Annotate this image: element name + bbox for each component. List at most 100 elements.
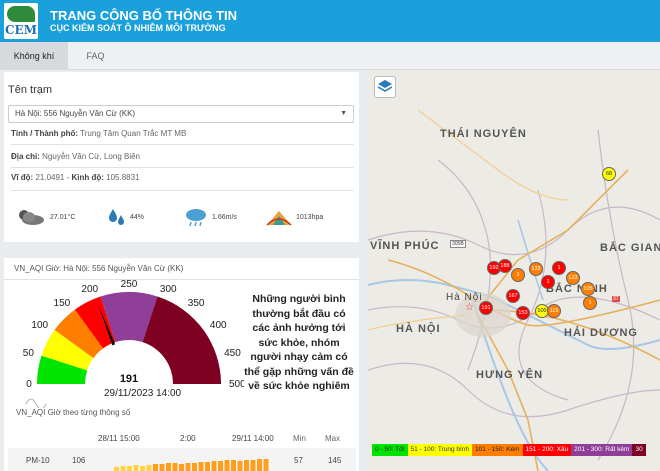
history-bar — [185, 463, 191, 471]
aqi-panel: VN_AQI Giờ: Hà Nội: 556 Nguyễn Văn Cừ (K… — [4, 258, 359, 471]
gauge-tick-label: 450 — [224, 348, 241, 359]
lon-value: 105.8831 — [106, 173, 140, 182]
history-bar — [244, 460, 249, 471]
tab-faq[interactable]: FAQ — [68, 42, 123, 70]
cloud-sun-icon — [19, 210, 44, 225]
aqi-marker[interactable]: 105 — [581, 282, 595, 296]
history-bar — [224, 460, 230, 471]
param-min: 57 — [294, 456, 303, 465]
history-row[interactable] — [8, 448, 356, 471]
gauge-tick-label: 100 — [31, 320, 48, 331]
aqi-marker[interactable]: 123 — [566, 271, 580, 285]
gauge-value: 191 — [120, 373, 138, 385]
region-label-thai-nguyen: THÁI NGUYÊN — [440, 128, 527, 140]
region-label-hung-yen: HƯNG YÊN — [476, 369, 544, 381]
gauge-tick-label: 200 — [81, 284, 98, 295]
history-bar — [237, 461, 243, 471]
history-bar — [250, 460, 256, 471]
aqi-marker[interactable]: 167 — [506, 289, 520, 303]
history-bar — [263, 459, 269, 471]
temperature-value: 27.01°C — [50, 213, 76, 221]
history-bar — [120, 466, 126, 471]
app-header: CEM TRANG CÔNG BỐ THÔNG TIN CỤC KIỂM SOÁ… — [0, 0, 660, 42]
sparkline-icon — [25, 398, 47, 410]
history-time-start: 28/11 15:00 — [98, 434, 140, 443]
station-label: Tên trạm — [8, 84, 53, 96]
history-bar — [159, 464, 165, 471]
aqi-marker[interactable]: 153 — [516, 306, 530, 320]
history-bar — [192, 463, 197, 471]
legend-poor: 101 - 150: Kém — [472, 444, 523, 456]
param-max: 145 — [328, 456, 342, 465]
gauge-tick-label: 150 — [54, 298, 71, 309]
aqi-marker[interactable]: 1 — [511, 268, 525, 282]
temperature-widget: 27.01°C — [14, 206, 75, 228]
history-bar — [198, 462, 204, 471]
site-subtitle: CỤC KIỂM SOÁT Ô NHIỄM MÔI TRƯỜNG — [50, 23, 226, 33]
history-bar — [146, 465, 152, 471]
station-select-value: Hà Nội: 556 Nguyễn Văn Cừ (KK) — [15, 109, 136, 118]
region-label-bac-giang: BẮC GIANG — [600, 242, 660, 254]
divider — [11, 167, 354, 168]
address-label: Địa chỉ: — [11, 152, 40, 161]
divider — [11, 190, 354, 191]
aqi-legend: 0 - 50: Tốt 51 - 100: Trung bình 101 - 1… — [372, 444, 646, 456]
cem-logo[interactable]: CEM — [4, 3, 38, 39]
history-bar — [166, 463, 171, 471]
pressure-value: 1013hpa — [296, 213, 324, 221]
history-bar — [140, 466, 145, 471]
region-label-vinh-phuc: VĨNH PHÚC — [370, 240, 440, 252]
region-label-hai-duong: HẢI DƯƠNG — [564, 327, 638, 339]
wind-widget: 1.66m/s — [184, 206, 237, 228]
layers-button[interactable] — [374, 76, 396, 98]
gauge-tick-label: 250 — [121, 280, 138, 290]
tab-air[interactable]: Không khí — [0, 42, 68, 70]
history-bar — [218, 461, 223, 471]
history-bar — [114, 467, 119, 471]
layers-icon — [377, 80, 393, 92]
chevron-down-icon: ▼ — [340, 110, 347, 117]
gauge-tick-label: 0 — [26, 379, 32, 390]
aqi-marker[interactable]: 1 — [541, 275, 555, 289]
history-bar — [211, 461, 217, 471]
station-select[interactable]: Hà Nội: 556 Nguyễn Văn Cừ (KK) ▼ — [8, 105, 354, 123]
aqi-marker[interactable]: 68 — [602, 167, 616, 181]
rain-cloud-icon — [186, 209, 206, 227]
aqi-time: 29/11/2023 14:00 — [104, 388, 182, 399]
wind-value: 1.66m/s — [212, 213, 237, 221]
divider — [11, 144, 354, 145]
aqi-marker[interactable]: 115 — [547, 304, 561, 318]
param-value: 106 — [72, 456, 86, 465]
history-bar — [133, 465, 139, 471]
road-label: 305B — [450, 240, 466, 248]
pressure-widget: 1013hpa — [266, 206, 323, 228]
history-bars — [114, 459, 269, 471]
history-bar — [231, 460, 236, 471]
aqi-marker[interactable]: 133 — [529, 262, 543, 276]
min-header: Min — [293, 434, 306, 443]
aqi-marker[interactable]: 188 — [498, 259, 512, 273]
aqi-marker[interactable]: 1 — [552, 261, 566, 275]
pressure-gauge-icon — [266, 211, 292, 226]
humidity-value: 44% — [130, 213, 145, 221]
province-label: Tỉnh / Thành phố: — [11, 129, 79, 138]
legend-moderate: 51 - 100: Trung bình — [407, 444, 473, 456]
history-time-end: 29/11 14:00 — [232, 434, 274, 443]
province-info: Tỉnh / Thành phố: Trung Tâm Quan Trắc MT… — [11, 129, 186, 138]
aqi-map[interactable]: THÁI NGUYÊN VĨNH PHÚC BẮC GIANG BẮC NINH… — [368, 70, 660, 471]
address-value: Nguyễn Văn Cừ, Long Biên — [42, 152, 141, 161]
leaf-icon — [7, 6, 35, 22]
aqi-marker[interactable]: 1 — [583, 296, 597, 310]
legend-hazardous: 30 — [632, 444, 646, 456]
history-time-mid: 2:00 — [180, 434, 196, 443]
lat-value: 21.0491 — [35, 173, 65, 182]
water-drops-icon — [109, 209, 124, 225]
history-bar — [153, 464, 158, 471]
aqi-health-message: Những người bình thường bắt đầu có các ả… — [244, 293, 354, 392]
aqi-marker[interactable]: 191 — [479, 301, 493, 315]
region-label-ha-noi: HÀ NỘI — [396, 323, 441, 335]
lon-label: Kinh độ: — [71, 173, 104, 182]
station-panel: Tên trạm Hà Nội: 556 Nguyễn Văn Cừ (KK) … — [4, 72, 359, 242]
history-bar — [127, 466, 132, 471]
tab-bar: Không khí FAQ — [0, 42, 660, 70]
